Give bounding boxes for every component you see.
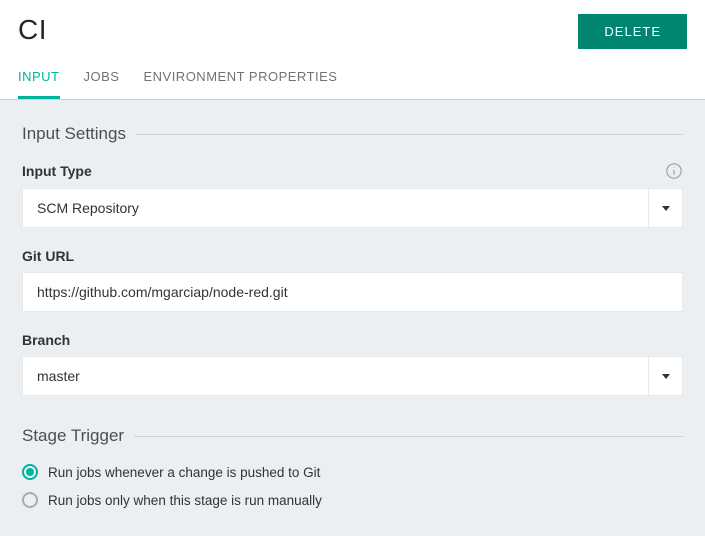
- stage-trigger-section: Stage Trigger Run jobs whenever a change…: [22, 426, 683, 508]
- field-input-type: Input Type SCM Repository: [22, 162, 683, 228]
- tab-environment-properties[interactable]: ENVIRONMENT PROPERTIES: [143, 69, 337, 99]
- branch-value: master: [23, 357, 648, 395]
- divider: [134, 436, 683, 437]
- stage-trigger-label: Stage Trigger: [22, 426, 124, 446]
- tab-input[interactable]: INPUT: [18, 69, 60, 99]
- section-title-input-settings: Input Settings: [22, 124, 683, 144]
- tabs-bar: INPUT JOBS ENVIRONMENT PROPERTIES: [0, 49, 705, 100]
- tab-jobs[interactable]: JOBS: [84, 69, 120, 99]
- field-git-url: Git URL: [22, 248, 683, 312]
- branch-select[interactable]: master: [22, 356, 683, 396]
- radio-label: Run jobs only when this stage is run man…: [48, 493, 322, 508]
- git-url-label: Git URL: [22, 248, 74, 264]
- radio-label: Run jobs whenever a change is pushed to …: [48, 465, 320, 480]
- delete-button[interactable]: DELETE: [578, 14, 687, 49]
- field-branch: Branch master: [22, 332, 683, 396]
- chevron-down-icon: [648, 189, 682, 227]
- input-settings-label: Input Settings: [22, 124, 126, 144]
- stage-trigger-radio-group: Run jobs whenever a change is pushed to …: [22, 464, 683, 508]
- git-url-input[interactable]: [22, 272, 683, 312]
- header: CI DELETE: [0, 0, 705, 49]
- input-type-select[interactable]: SCM Repository: [22, 188, 683, 228]
- radio-option-manual[interactable]: Run jobs only when this stage is run man…: [22, 492, 683, 508]
- input-type-label: Input Type: [22, 163, 92, 179]
- info-icon[interactable]: [665, 162, 683, 180]
- radio-icon: [22, 464, 38, 480]
- section-title-stage-trigger: Stage Trigger: [22, 426, 683, 446]
- branch-label: Branch: [22, 332, 70, 348]
- input-type-value: SCM Repository: [23, 189, 648, 227]
- radio-icon: [22, 492, 38, 508]
- chevron-down-icon: [648, 357, 682, 395]
- page-title: CI: [18, 14, 47, 46]
- radio-option-push[interactable]: Run jobs whenever a change is pushed to …: [22, 464, 683, 480]
- input-panel: Input Settings Input Type SCM Repository…: [0, 100, 705, 536]
- divider: [136, 134, 683, 135]
